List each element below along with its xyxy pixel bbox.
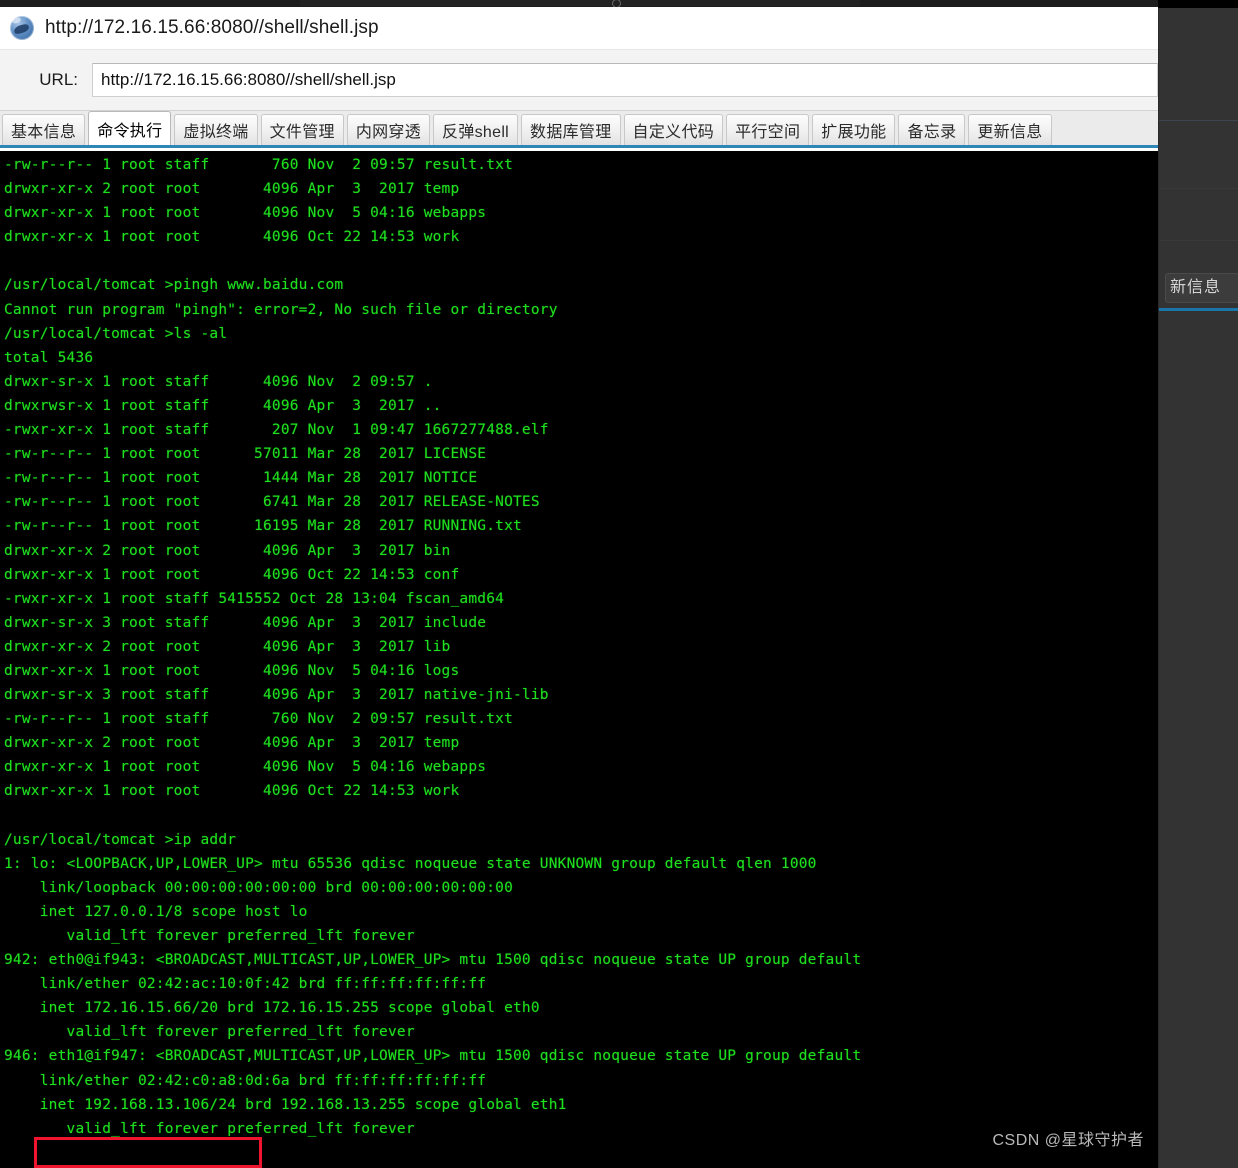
tab-0[interactable]: 基本信息 xyxy=(2,114,86,145)
tab-label: 命令执行 xyxy=(97,122,163,140)
window-title: http://172.16.15.66:8080//shell/shell.js… xyxy=(45,16,379,38)
terminal-line: total 5436 xyxy=(4,349,94,366)
tab-label: 自定义代码 xyxy=(632,124,715,141)
tab-label: 反弹shell xyxy=(442,124,510,141)
tab-label: 更新信息 xyxy=(977,124,1043,141)
background-window-button[interactable]: 新信息 xyxy=(1165,273,1238,303)
terminal-line: 942: eth0@if943: <BROADCAST,MULTICAST,UP… xyxy=(4,952,862,969)
tab-label: 扩展功能 xyxy=(821,124,887,141)
terminal-line: valid_lft forever preferred_lft forever xyxy=(4,1024,415,1041)
background-window-accent-bar xyxy=(1159,308,1238,311)
tab-10[interactable]: 备忘录 xyxy=(898,114,966,145)
terminal-line: /usr/local/tomcat >ip addr xyxy=(4,831,237,848)
terminal-line: drwxr-xr-x 1 root root 4096 Oct 22 14:53… xyxy=(4,783,460,800)
tab-11[interactable]: 更新信息 xyxy=(968,114,1052,145)
terminal-line: link/ether 02:42:c0:a8:0d:6a brd ff:ff:f… xyxy=(4,1072,487,1089)
terminal-line: -rw-r--r-- 1 root staff 760 Nov 2 09:57 … xyxy=(4,157,513,173)
tab-5[interactable]: 反弹shell xyxy=(433,114,519,145)
terminal-line: drwxr-xr-x 2 root root 4096 Apr 3 2017 t… xyxy=(4,181,460,198)
terminal-line: inet 192.168.13.106/24 brd 192.168.13.25… xyxy=(4,1096,567,1113)
terminal-line: -rwxr-xr-x 1 root staff 207 Nov 1 09:47 … xyxy=(4,422,549,439)
terminal-line: -rw-r--r-- 1 root staff 760 Nov 2 09:57 … xyxy=(4,711,513,728)
terminal-line: drwxr-xr-x 2 root root 4096 Apr 3 2017 l… xyxy=(4,638,451,655)
tab-label: 平行空间 xyxy=(735,124,801,141)
url-bar-row: URL: xyxy=(0,49,1158,111)
tab-label: 文件管理 xyxy=(269,124,335,141)
terminal-line: Cannot run program "pingh": error=2, No … xyxy=(4,301,558,318)
terminal-output-panel[interactable]: -rw-r--r-- 1 root staff 760 Nov 2 09:57 … xyxy=(0,151,1158,1168)
background-window-divider xyxy=(1159,188,1238,189)
terminal-line: -rw-r--r-- 1 root root 1444 Mar 28 2017 … xyxy=(4,470,478,487)
screen-root: 新信息 http://172.16.15.66:8080//shell/shel… xyxy=(0,0,1238,1168)
tab-6[interactable]: 数据库管理 xyxy=(521,114,621,145)
background-window[interactable]: 新信息 xyxy=(1158,8,1238,1168)
terminal-line: inet 127.0.0.1/8 scope host lo xyxy=(4,903,308,920)
title-bar: http://172.16.15.66:8080//shell/shell.js… xyxy=(0,7,1158,49)
tab-7[interactable]: 自定义代码 xyxy=(623,114,724,145)
terminal-line: /usr/local/tomcat >pingh www.baidu.com xyxy=(4,277,344,294)
terminal-line: drwxr-sr-x 3 root staff 4096 Apr 3 2017 … xyxy=(4,687,549,704)
terminal-line: drwxrwsr-x 1 root staff 4096 Apr 3 2017 … xyxy=(4,397,442,414)
terminal-line: drwxr-xr-x 1 root root 4096 Nov 5 04:16 … xyxy=(4,662,460,679)
terminal-line: drwxr-xr-x 1 root root 4096 Nov 5 04:16 … xyxy=(4,759,487,776)
terminal-line: -rw-r--r-- 1 root root 57011 Mar 28 2017… xyxy=(4,446,487,463)
watermark-text: CSDN @星球守护者 xyxy=(992,1132,1144,1149)
terminal-line: 946: eth1@if947: <BROADCAST,MULTICAST,UP… xyxy=(4,1048,862,1065)
tab-2[interactable]: 虚拟终端 xyxy=(174,114,258,145)
terminal-line: -rw-r--r-- 1 root root 6741 Mar 28 2017 … xyxy=(4,494,540,511)
app-window: http://172.16.15.66:8080//shell/shell.js… xyxy=(0,7,1158,1168)
globe-icon xyxy=(10,15,34,40)
tab-label: 基本信息 xyxy=(11,124,77,141)
terminal-line: drwxr-sr-x 3 root staff 4096 Apr 3 2017 … xyxy=(4,614,487,631)
terminal-line: drwxr-xr-x 2 root root 4096 Apr 3 2017 b… xyxy=(4,542,451,559)
tab-label: 备忘录 xyxy=(907,124,957,141)
terminal-line: valid_lft forever preferred_lft forever xyxy=(4,1120,415,1137)
tab-strip: 基本信息 命令执行 虚拟终端 文件管理 内网穿透 反弹shell 数据库管理 自定义代码 平行空… xyxy=(0,111,1158,148)
terminal-line: drwxr-xr-x 2 root root 4096 Apr 3 2017 t… xyxy=(4,735,460,752)
tab-8[interactable]: 平行空间 xyxy=(726,114,810,145)
terminal-line: -rw-r--r-- 1 root root 16195 Mar 28 2017… xyxy=(4,518,522,535)
terminal-line: drwxr-xr-x 1 root root 4096 Oct 22 14:53… xyxy=(4,566,460,583)
tab-9[interactable]: 扩展功能 xyxy=(812,114,896,145)
terminal-line: drwxr-xr-x 1 root root 4096 Oct 22 14:53… xyxy=(4,229,460,246)
terminal-text: -rw-r--r-- 1 root staff 760 Nov 2 09:57 … xyxy=(4,153,1158,1168)
tab-3[interactable]: 文件管理 xyxy=(260,114,344,145)
terminal-line: /usr/local/tomcat >ls -al xyxy=(4,325,228,342)
sliver-circle-icon xyxy=(612,0,621,7)
terminal-line: -rwxr-xr-x 1 root staff 5415552 Oct 28 1… xyxy=(4,590,505,607)
terminal-line: link/ether 02:42:ac:10:0f:42 brd ff:ff:f… xyxy=(4,976,487,993)
terminal-line: drwxr-xr-x 1 root root 4096 Nov 5 04:16 … xyxy=(4,205,487,222)
terminal-line: valid_lft forever preferred_lft forever xyxy=(4,928,415,944)
background-window-sliver xyxy=(0,0,1158,7)
background-window-divider xyxy=(1159,240,1238,241)
tab-1[interactable]: 命令执行 xyxy=(88,111,172,145)
terminal-line: link/loopback 00:00:00:00:00:00 brd 00:0… xyxy=(4,879,513,896)
tab-4[interactable]: 内网穿透 xyxy=(346,114,431,145)
url-label: URL: xyxy=(39,70,78,89)
url-input[interactable] xyxy=(92,63,1158,97)
terminal-line: drwxr-sr-x 1 root staff 4096 Nov 2 09:57… xyxy=(4,373,433,390)
terminal-line: 1: lo: <LOOPBACK,UP,LOWER_UP> mtu 65536 … xyxy=(4,855,817,872)
terminal-line: inet 172.16.15.66/20 brd 172.16.15.255 s… xyxy=(4,1000,540,1017)
tab-label: 虚拟终端 xyxy=(183,124,249,141)
background-window-divider xyxy=(1159,120,1238,121)
sliver-toolbar xyxy=(300,0,860,6)
tab-label: 数据库管理 xyxy=(530,124,612,141)
tab-label: 内网穿透 xyxy=(355,124,422,141)
